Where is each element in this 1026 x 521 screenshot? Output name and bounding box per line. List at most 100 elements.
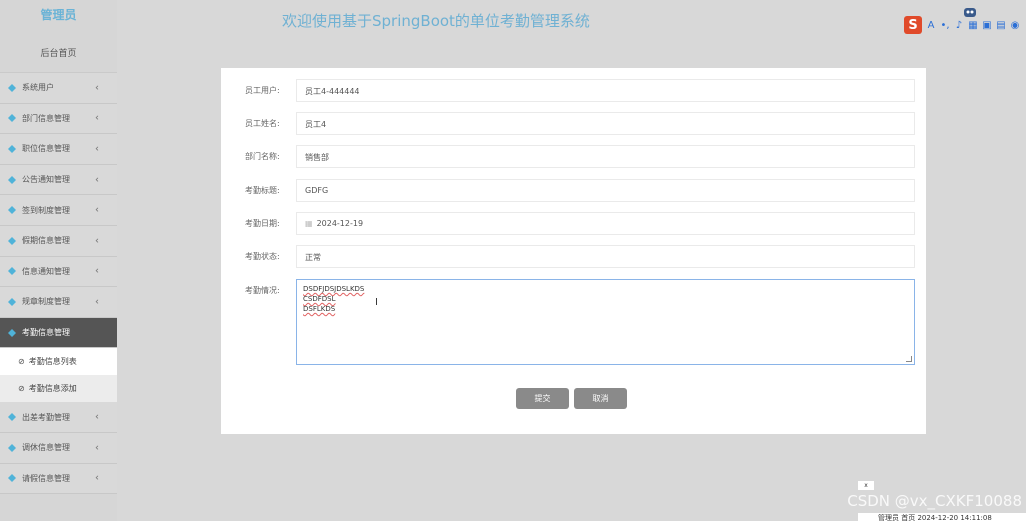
cancel-button[interactable]: 取消 — [574, 388, 627, 409]
sidebar-subitem-attendance-add[interactable]: ⊘ 考勤信息添加 — [0, 375, 117, 403]
form-row-department: 部门名称: 销售部 — [221, 145, 926, 169]
resize-handle-icon[interactable] — [906, 356, 912, 362]
attendance-status-field[interactable]: 正常 — [296, 245, 915, 268]
chevron-left-icon: ‹ — [95, 82, 99, 94]
check-circle-icon: ⊘ — [18, 384, 25, 394]
chevron-left-icon: ‹ — [95, 265, 99, 277]
settings-icon[interactable]: ◉ — [1010, 20, 1020, 31]
form-row-employee-user: 员工用户: 员工4-444444 — [221, 79, 926, 103]
diamond-icon — [8, 236, 16, 245]
page-title: 欢迎使用基于SpringBoot的单位考勤管理系统 — [282, 12, 590, 30]
letter-a-icon[interactable]: A — [926, 20, 936, 31]
punctuation-icon[interactable]: •, — [940, 20, 950, 31]
sidebar-item-label: 出差考勤管理 — [22, 412, 70, 422]
sidebar-item-leave[interactable]: 请假信息管理 ‹ — [0, 463, 117, 495]
form-row-attendance-status: 考勤状态: 正常 — [221, 245, 926, 269]
sidebar-item-compensatory-leave[interactable]: 调休信息管理 ‹ — [0, 432, 117, 464]
employee-name-field[interactable]: 员工4 — [296, 112, 915, 135]
sidebar-item-department[interactable]: 部门信息管理 ‹ — [0, 103, 117, 135]
sidebar-item-label: 部门信息管理 — [22, 113, 70, 123]
diamond-icon — [8, 83, 16, 92]
attendance-title-field[interactable]: GDFG — [296, 179, 915, 202]
sidebar-item-label: 请假信息管理 — [22, 473, 70, 483]
diamond-icon — [8, 328, 16, 337]
form-row-attendance-date: 考勤日期: ▦ 2024-12-19 — [221, 212, 926, 236]
diamond-icon — [8, 267, 16, 276]
diamond-icon — [8, 413, 16, 422]
sidebar-item-label: 职位信息管理 — [22, 144, 70, 154]
attendance-situation-label: 考勤情况: — [245, 286, 280, 295]
textarea-line: CSDFDSL — [303, 295, 336, 303]
sogou-logo-icon[interactable]: S — [904, 16, 922, 34]
apps-grid-icon[interactable]: ▤ — [996, 20, 1006, 31]
diamond-icon — [8, 206, 16, 215]
sidebar-item-label: 信息通知管理 — [22, 266, 70, 276]
diamond-icon — [8, 474, 16, 483]
chevron-left-icon: ‹ — [95, 235, 99, 247]
attendance-form-panel: 员工用户: 员工4-444444 员工姓名: 员工4 部门名称: 销售部 考勤标… — [221, 68, 926, 434]
attendance-situation-textarea[interactable]: DSDFJDSJDSLKDS CSDFDSL DSFLKDS — [296, 279, 915, 365]
chevron-left-icon: ‹ — [95, 296, 99, 308]
chevron-left-icon: ‹ — [95, 411, 99, 423]
sidebar-item-attendance[interactable]: 考勤信息管理 — [0, 317, 117, 349]
sidebar: 管理员 后台首页 系统用户 ‹ 部门信息管理 ‹ 职位信息管理 ‹ 公告通知管理… — [0, 0, 117, 521]
sidebar-subitem-label: 考勤信息列表 — [28, 357, 77, 367]
chevron-left-icon: ‹ — [95, 204, 99, 216]
employee-user-field[interactable]: 员工4-444444 — [296, 79, 915, 102]
chevron-left-icon: ‹ — [95, 174, 99, 186]
sidebar-item-signin-rules[interactable]: 签到制度管理 ‹ — [0, 195, 117, 226]
textarea-line: DSDFJDSJDSLKDS — [303, 285, 365, 293]
attendance-status-label: 考勤状态: — [245, 252, 280, 261]
sidebar-item-position[interactable]: 职位信息管理 ‹ — [0, 134, 117, 165]
diamond-icon — [8, 297, 16, 306]
sidebar-item-label: 假期信息管理 — [22, 236, 70, 246]
attendance-date-field[interactable]: ▦ 2024-12-19 — [296, 212, 915, 235]
department-label: 部门名称: — [245, 152, 280, 161]
sidebar-item-label: 签到制度管理 — [22, 205, 70, 215]
sidebar-item-label: 调休信息管理 — [22, 443, 70, 453]
ime-toolbar: S A •, ♪ ▦ ▣ ▤ ◉ — [904, 16, 1020, 34]
chevron-left-icon: ‹ — [95, 442, 99, 454]
microphone-icon[interactable]: ♪ — [954, 20, 964, 31]
sidebar-home-link[interactable]: 后台首页 — [0, 33, 117, 73]
close-icon[interactable]: x — [858, 481, 874, 490]
check-circle-icon: ⊘ — [18, 357, 25, 367]
sidebar-item-label: 规章制度管理 — [22, 297, 70, 307]
attendance-date-value: 2024-12-19 — [316, 219, 364, 228]
department-field[interactable]: 销售部 — [296, 145, 915, 168]
sidebar-item-regulations[interactable]: 规章制度管理 ‹ — [0, 287, 117, 318]
sidebar-item-system-users[interactable]: 系统用户 ‹ — [0, 73, 117, 104]
sidebar-item-label: 公告通知管理 — [22, 175, 70, 185]
employee-user-label: 员工用户: — [245, 86, 280, 95]
diamond-icon — [8, 114, 16, 123]
diamond-icon — [8, 175, 16, 184]
form-row-employee-name: 员工姓名: 员工4 — [221, 112, 926, 136]
diamond-icon — [8, 144, 16, 153]
submit-button[interactable]: 提交 — [516, 388, 569, 409]
keyboard-icon[interactable]: ▦ — [968, 20, 978, 31]
watermark: CSDN @vx_CXKF10088 — [847, 492, 1022, 510]
sidebar-item-notification[interactable]: 信息通知管理 ‹ — [0, 256, 117, 288]
sidebar-subitem-label: 考勤信息添加 — [28, 384, 77, 394]
text-cursor-icon: I — [375, 297, 378, 308]
diamond-icon — [8, 443, 16, 452]
chevron-left-icon: ‹ — [95, 112, 99, 124]
sidebar-subitem-attendance-list[interactable]: ⊘ 考勤信息列表 — [0, 348, 117, 376]
chevron-left-icon: ‹ — [95, 143, 99, 155]
sidebar-item-announcement[interactable]: 公告通知管理 ‹ — [0, 164, 117, 196]
sidebar-item-holiday[interactable]: 假期信息管理 ‹ — [0, 225, 117, 257]
sidebar-role-title: 管理员 — [40, 8, 77, 22]
attendance-title-label: 考勤标题: — [245, 186, 280, 195]
attendance-date-label: 考勤日期: — [245, 219, 280, 228]
status-bar: 管理员 首页 2024-12-20 14:11:08 — [858, 513, 1026, 521]
employee-name-label: 员工姓名: — [245, 119, 280, 128]
sidebar-item-label: 考勤信息管理 — [22, 328, 70, 338]
sidebar-item-label: 系统用户 — [22, 83, 54, 93]
sidebar-item-business-trip[interactable]: 出差考勤管理 ‹ — [0, 402, 117, 433]
shirt-icon[interactable]: ▣ — [982, 20, 992, 31]
top-header: 欢迎使用基于SpringBoot的单位考勤管理系统 — [117, 0, 1026, 46]
form-row-attendance-title: 考勤标题: GDFG — [221, 179, 926, 203]
chevron-left-icon: ‹ — [95, 472, 99, 484]
calendar-icon: ▦ — [305, 219, 313, 228]
textarea-line: DSFLKDS — [303, 305, 336, 313]
